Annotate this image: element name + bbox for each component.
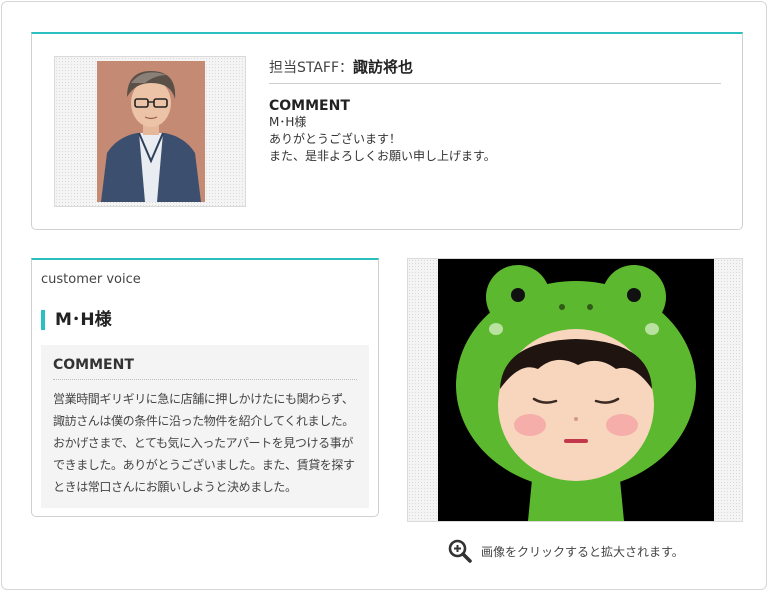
staff-meta: 担当STAFF：諏訪将也 COMMENT M･H様 ありがとうございます！ また… xyxy=(269,56,721,165)
customer-comment-text: 営業時間ギリギリに急に店舗に押しかけたにも関わらず、諏訪さんは僕の条件に沿った物… xyxy=(53,392,355,494)
customer-comment-title: COMMENT xyxy=(53,357,357,380)
magnifier-plus-icon xyxy=(448,539,472,563)
staff-comment-title: COMMENT xyxy=(269,98,350,114)
staff-card: 担当STAFF：諏訪将也 COMMENT M･H様 ありがとうございます！ また… xyxy=(31,32,743,230)
customer-comment-box: COMMENT 営業時間ギリギリに急に店舗に押しかけたにも関わらず、諏訪さんは僕… xyxy=(41,345,369,508)
customer-image-link[interactable] xyxy=(407,258,743,522)
staff-name: 諏訪将也 xyxy=(353,58,414,76)
customer-voice-label: customer voice xyxy=(41,272,141,287)
staff-photo-frame xyxy=(54,56,246,207)
customer-voice-card: customer voice M･H様 COMMENT 営業時間ギリギリに急に店… xyxy=(31,258,379,517)
staff-comment-line-1: M･H様 xyxy=(269,115,307,129)
staff-comment-line-3: また、是非よろしくお願い申し上げます。 xyxy=(269,149,496,163)
customer-name: M･H様 xyxy=(41,310,112,330)
page-container: 担当STAFF：諏訪将也 COMMENT M･H様 ありがとうございます！ また… xyxy=(1,1,767,590)
frog-costume-image xyxy=(438,259,714,521)
staff-comment-line-2: ありがとうございます！ xyxy=(269,132,402,146)
staff-name-line: 担当STAFF：諏訪将也 xyxy=(269,56,721,84)
staff-label: 担当STAFF： xyxy=(269,60,354,76)
staff-photo xyxy=(97,61,205,202)
zoom-hint[interactable]: 画像をクリックすると拡大されます。 xyxy=(447,537,684,565)
zoom-hint-text: 画像をクリックすると拡大されます。 xyxy=(481,544,684,559)
